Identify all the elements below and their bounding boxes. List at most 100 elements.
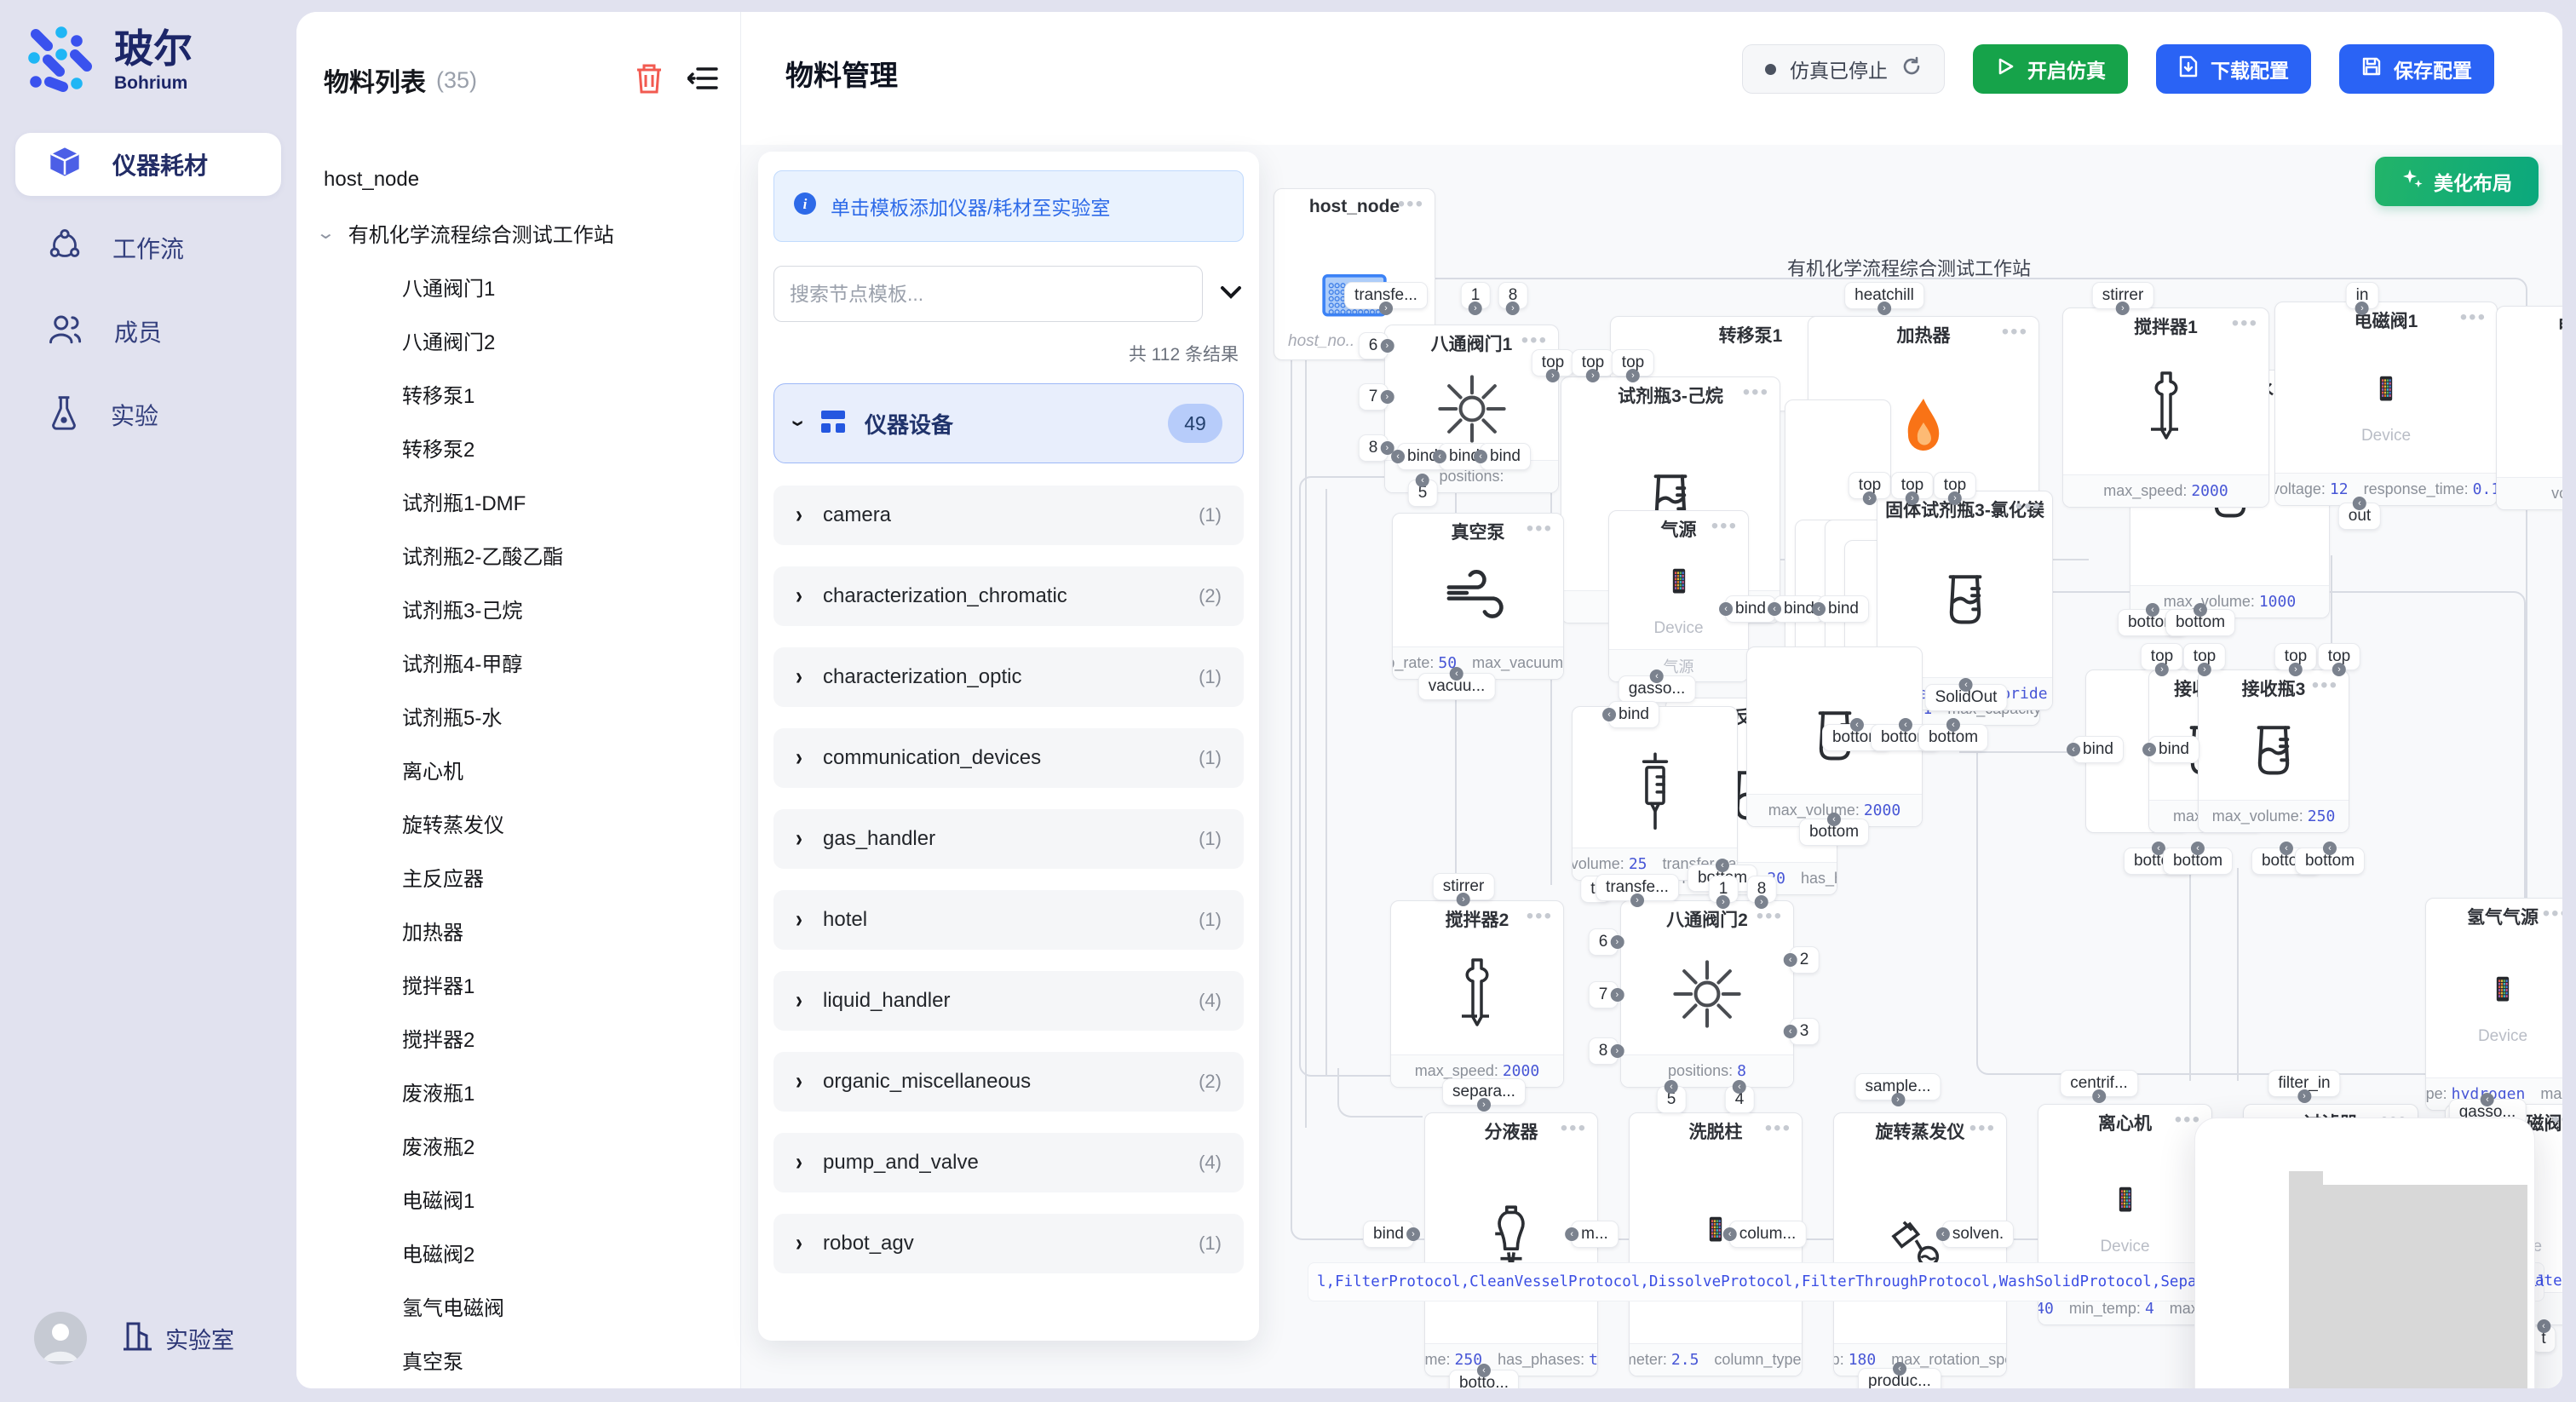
- tree-item[interactable]: 搅拌器1: [296, 957, 740, 1011]
- port-chip-7[interactable]: 7›: [1590, 982, 1618, 1008]
- port-connector-icon[interactable]: ‹: [1936, 1227, 1950, 1241]
- tree-item[interactable]: 试剂瓶1-DMF: [296, 474, 740, 528]
- port-chip-SolidOut[interactable]: SolidOut‹: [1926, 685, 2007, 710]
- port-chip-heatchill[interactable]: heatchill›: [1845, 283, 1923, 308]
- tree-item[interactable]: 电磁阀1: [296, 1172, 740, 1226]
- port-connector-icon[interactable]: ‹: [1784, 1025, 1797, 1038]
- port-chip-bind[interactable]: bind›: [1364, 1221, 1413, 1247]
- canvas-node-分液器[interactable]: 分液器•••volume: 250has_phases: true: [1424, 1112, 1598, 1376]
- template-item-liquid_handler[interactable]: › liquid_handler (4): [773, 971, 1244, 1031]
- port-chip-top[interactable]: top›: [2319, 644, 2360, 669]
- node-menu-icon[interactable]: •••: [2543, 902, 2562, 926]
- canvas-node-搅拌器1[interactable]: 搅拌器1•••max_speed: 2000: [2062, 307, 2269, 508]
- port-connector-icon[interactable]: ›: [1380, 339, 1394, 353]
- port-chip-bind[interactable]: bind‹: [1609, 702, 1659, 727]
- node-menu-icon[interactable]: •••: [2460, 306, 2487, 330]
- port-connector-icon[interactable]: ›: [2155, 663, 2169, 676]
- sidebar-item-workflow[interactable]: 工作流: [15, 216, 281, 279]
- port-connector-icon[interactable]: ‹: [1716, 859, 1729, 872]
- port-chip-top[interactable]: top›: [2184, 644, 2225, 669]
- port-chip-bottom[interactable]: bottom‹: [2296, 848, 2364, 874]
- port-chip-top[interactable]: top›: [1935, 473, 1975, 498]
- tree-item[interactable]: 废液瓶2: [296, 1118, 740, 1172]
- tree-group-workstation[interactable]: ⌄有机化学流程综合测试工作站: [296, 206, 740, 260]
- port-connector-icon[interactable]: ›: [2289, 663, 2303, 676]
- download-config-button[interactable]: 下载配置: [2156, 44, 2311, 94]
- port-chip-bottom[interactable]: bottom‹: [1800, 819, 1868, 845]
- node-menu-icon[interactable]: •••: [1561, 1117, 1587, 1141]
- port-connector-icon[interactable]: ›: [1380, 390, 1394, 404]
- tree-item[interactable]: 氢气电磁阀: [296, 1279, 740, 1333]
- port-chip-bind[interactable]: bind‹: [1819, 596, 1868, 622]
- tree-item[interactable]: 加热器: [296, 904, 740, 957]
- port-chip-6[interactable]: 6›: [1360, 333, 1388, 359]
- port-connector-icon[interactable]: ‹: [2323, 842, 2337, 855]
- port-chip-bottom[interactable]: bottom‹: [2166, 610, 2234, 635]
- port-connector-icon[interactable]: ›: [2198, 663, 2211, 676]
- port-connector-icon[interactable]: ›: [2355, 302, 2369, 315]
- port-connector-icon[interactable]: ‹: [1946, 718, 1960, 732]
- node-menu-icon[interactable]: •••: [1969, 1117, 1996, 1141]
- port-chip-top[interactable]: top›: [1892, 473, 1933, 498]
- tree-item[interactable]: 旋转蒸发仪: [296, 796, 740, 850]
- port-connector-icon[interactable]: ›: [1506, 302, 1520, 315]
- port-chip-vacuu[interactable]: vacuu...‹: [1419, 674, 1495, 699]
- port-chip-top[interactable]: top›: [2142, 644, 2182, 669]
- port-chip-m[interactable]: m...‹: [1572, 1221, 1618, 1247]
- port-chip-top[interactable]: top›: [2275, 644, 2316, 669]
- port-connector-icon[interactable]: ›: [2092, 1089, 2106, 1103]
- port-connector-icon[interactable]: ‹: [2142, 743, 2156, 756]
- canvas-node-气源[interactable]: 气源•••Device气源: [1608, 510, 1749, 682]
- port-connector-icon[interactable]: ‹: [1827, 813, 1841, 826]
- port-chip-2[interactable]: 2‹: [1791, 947, 1819, 973]
- port-chip-bottom[interactable]: bottom‹: [2164, 848, 2232, 874]
- port-connector-icon[interactable]: ‹: [1450, 667, 1463, 681]
- node-menu-icon[interactable]: •••: [1765, 1117, 1791, 1141]
- sidebar-item-members[interactable]: 成员: [15, 300, 281, 363]
- port-chip-botto[interactable]: botto...‹: [1450, 1370, 1518, 1388]
- canvas-node[interactable]: max_volume: 25transfer_rate: 10: [1572, 706, 1738, 881]
- port-chip-separa[interactable]: separa...›: [1443, 1079, 1525, 1105]
- tree-item[interactable]: 试剂瓶5-水: [296, 689, 740, 743]
- port-connector-icon[interactable]: ‹: [1733, 1080, 1746, 1094]
- port-chip-5[interactable]: 5‹: [1409, 480, 1437, 506]
- tree-item[interactable]: 试剂瓶2-乙酸乙酯: [296, 528, 740, 582]
- template-item-robot_agv[interactable]: › robot_agv (1): [773, 1214, 1244, 1273]
- port-chip-solven[interactable]: solven.‹: [1943, 1221, 2013, 1247]
- port-connector-icon[interactable]: ›: [1906, 491, 1919, 505]
- port-connector-icon[interactable]: ‹: [1959, 678, 1973, 692]
- tree-item[interactable]: 搅拌器2: [296, 1011, 740, 1065]
- port-connector-icon[interactable]: ‹: [1416, 474, 1429, 487]
- refresh-icon[interactable]: [1901, 56, 1922, 82]
- canvas-node-氢气气源[interactable]: 氢气气源•••Device_type: hydrogenmax_pre: [2425, 898, 2562, 1111]
- port-connector-icon[interactable]: ›: [1610, 935, 1624, 949]
- node-menu-icon[interactable]: •••: [2002, 320, 2028, 344]
- port-connector-icon[interactable]: ‹: [1784, 953, 1797, 967]
- port-connector-icon[interactable]: ‹: [1899, 718, 1912, 732]
- tree-item[interactable]: 试剂瓶3-己烷: [296, 582, 740, 635]
- node-menu-icon[interactable]: •••: [1711, 514, 1738, 538]
- tree-item[interactable]: 试剂瓶4-甲醇: [296, 635, 740, 689]
- canvas-node-接收瓶3[interactable]: 接收瓶3•••max_volume: 250: [2198, 669, 2349, 833]
- port-connector-icon[interactable]: ›: [1630, 893, 1644, 907]
- port-connector-icon[interactable]: ›: [1626, 369, 1640, 382]
- port-chip-top[interactable]: top›: [1573, 350, 1613, 376]
- port-connector-icon[interactable]: ‹: [1723, 1227, 1737, 1241]
- tree-item[interactable]: 主反应器: [296, 850, 740, 904]
- port-chip-6[interactable]: 6›: [1590, 929, 1618, 955]
- port-connector-icon[interactable]: ‹: [2481, 1093, 2494, 1106]
- port-connector-icon[interactable]: ›: [1877, 302, 1891, 315]
- port-chip-top[interactable]: top›: [1849, 473, 1890, 498]
- node-menu-icon[interactable]: •••: [1398, 192, 1424, 216]
- node-menu-icon[interactable]: •••: [1743, 381, 1769, 405]
- port-chip-filter_in[interactable]: filter_in›: [2268, 1071, 2339, 1096]
- avatar[interactable]: [34, 1312, 87, 1365]
- port-connector-icon[interactable]: ›: [1406, 1227, 1420, 1241]
- port-connector-icon[interactable]: ‹: [1850, 718, 1864, 732]
- trash-icon[interactable]: [635, 62, 664, 99]
- node-menu-icon[interactable]: •••: [2552, 1108, 2562, 1132]
- port-chip-transfe[interactable]: transfe...›: [1596, 875, 1678, 900]
- port-connector-icon[interactable]: ‹: [2067, 743, 2080, 756]
- template-item-communication_devices[interactable]: › communication_devices (1): [773, 728, 1244, 788]
- port-connector-icon[interactable]: ‹: [1768, 602, 1781, 616]
